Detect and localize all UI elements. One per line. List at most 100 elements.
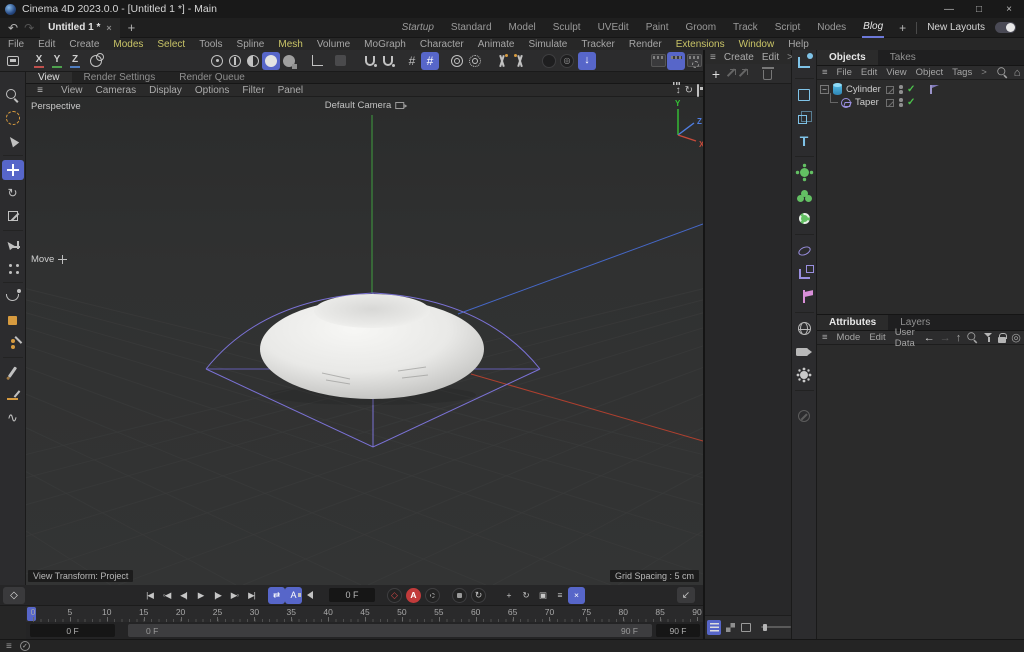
axis-y-button[interactable]: Y [48,52,66,70]
menu-item[interactable]: Render [629,39,662,50]
enabled-check-icon[interactable]: ✓ [907,84,915,95]
move-tool-icon[interactable] [1,160,24,180]
menu-item[interactable]: Tracker [581,39,615,50]
menu-item[interactable]: Modes [113,39,143,50]
grid-view-icon[interactable] [723,620,737,635]
viewport-menu-filter[interactable]: Filter [242,85,264,96]
spline-pen-icon[interactable] [794,52,815,73]
phong-tag-icon[interactable] [930,85,940,94]
layer-box-icon[interactable] [886,85,894,94]
volume-builder-icon[interactable] [794,208,815,229]
search-commander-icon[interactable] [2,85,24,105]
viewport-menu-display[interactable]: Display [149,85,182,96]
timeline-ruler[interactable]: 0 5 10 15 20 25 30 35 40 45 50 55 60 65 70 75 80 85 90 [26,606,703,622]
viewport-canvas[interactable]: Y Z X Perspective Default Camera Move Vi… [26,97,703,585]
object-row-cylinder[interactable]: − Cylinder ✓ [817,83,1024,96]
snap-settings-icon[interactable] [379,52,397,70]
keyframe-settings-button[interactable] [425,587,440,603]
range-start-field[interactable]: 0 F [30,624,115,637]
import-download-icon[interactable]: ↓ [578,51,596,70]
brush-tool-icon[interactable] [2,362,24,382]
layout-tab[interactable]: UVEdit [597,19,630,37]
transport-button[interactable]: ▶◦ [226,587,243,604]
menu-item[interactable]: Edit [38,39,55,50]
menu-item[interactable]: Extensions [676,39,725,50]
objects-menu-file[interactable]: File [837,67,852,78]
loop-mode-icon[interactable]: ⇄ [268,586,285,604]
objects-menu-view[interactable]: View [886,67,906,78]
layout-tab[interactable]: Startup [401,19,435,37]
material-pen-icon[interactable] [794,405,815,426]
viewport-tab[interactable]: Render Queue [167,72,257,83]
record-parameter-toggle[interactable]: ≡ [551,587,568,604]
menu-item[interactable]: Window [739,39,775,50]
camera-label[interactable]: Default Camera [325,100,408,111]
list-view-icon[interactable] [707,619,722,635]
materials-menu-edit[interactable]: Edit [762,52,779,63]
projection-label[interactable]: Perspective [31,101,81,112]
icon-size-slider[interactable] [761,623,791,631]
attributes-menu-edit[interactable]: Edit [869,332,885,343]
record-rotation-toggle[interactable]: ↻ [517,587,534,604]
large-icons-view-icon[interactable] [739,620,753,635]
text-object-icon[interactable]: T [794,130,815,151]
object-name[interactable]: Cylinder [846,84,881,95]
layout-tab[interactable]: Nodes [816,19,847,37]
objects-menu-tags[interactable]: Tags [952,67,972,78]
viewport-menu-options[interactable]: Options [195,85,229,96]
sky-object-icon[interactable] [794,318,815,339]
attributes-menu-userdata[interactable]: User Data [895,327,915,349]
subdivision-surface-icon[interactable] [794,162,815,183]
object-name[interactable]: Taper [855,97,879,108]
visibility-dots-icon[interactable] [899,98,903,107]
point-pen-tool-icon[interactable] [2,333,24,353]
attributes-search-icon[interactable] [967,332,978,342]
expand-collapse-icon[interactable]: − [820,85,829,94]
menu-item[interactable]: Volume [317,39,350,50]
shading-mode-active-icon[interactable] [262,51,280,70]
objects-menu-more[interactable]: > [981,67,987,78]
close-tab-icon[interactable]: × [106,23,111,33]
attributes-menu-mode[interactable]: Mode [837,332,861,343]
visibility-dots-icon[interactable] [899,85,903,94]
nav-back-icon[interactable]: ← [924,332,935,344]
grid-snap-icon[interactable]: # [421,51,439,70]
document-tab[interactable]: Untitled 1 * × [40,17,120,38]
objects-tab[interactable]: Takes [878,50,928,65]
tweak-tool-icon[interactable] [2,131,24,151]
line-pen-tool-icon[interactable] [2,385,24,405]
record-position-toggle[interactable]: + [500,587,517,604]
objects-menu-edit[interactable]: Edit [861,67,877,78]
objects-hamburger-icon[interactable]: ≡ [822,67,828,78]
constant-shading-icon[interactable] [244,52,262,70]
layout-tab[interactable]: Sculpt [552,19,582,37]
status-hamburger-icon[interactable]: ≡ [6,641,12,652]
workplane-icon[interactable] [87,52,105,70]
object-row-taper[interactable]: Taper ✓ [817,93,1024,109]
rectangle-tool-icon[interactable] [2,310,24,330]
render-picture-viewer-icon[interactable] [667,51,685,70]
menu-item[interactable]: Create [69,39,99,50]
attributes-target-icon[interactable]: ◎ [1011,331,1021,344]
cube-primitive-icon[interactable] [794,107,815,128]
add-layout-button[interactable]: + [899,21,906,35]
live-selection-icon[interactable] [2,108,24,128]
record-objects-button[interactable] [452,587,467,603]
layout-tab[interactable]: Blog [862,18,885,38]
menu-item[interactable]: Spline [237,39,265,50]
viewport-tab[interactable]: View [26,72,72,83]
edge-snap-icon[interactable] [511,52,529,70]
delete-material-icon[interactable] [761,67,774,80]
layout-tab[interactable]: Groom [684,19,717,37]
bend-deformer-icon[interactable] [794,240,815,261]
layout-tab[interactable]: Script [774,19,802,37]
point-move-tool-icon[interactable] [2,258,24,278]
nav-up-icon[interactable]: ↑ [956,332,962,344]
viewport-menu-panel[interactable]: Panel [278,85,304,96]
close-button[interactable]: × [994,0,1024,18]
load-material-icon[interactable] [727,69,736,78]
objects-tab[interactable]: Objects [817,50,878,65]
quantize-settings-icon[interactable] [466,52,484,70]
sketch-tool-icon[interactable]: ∿ [2,408,24,428]
objects-search-icon[interactable] [997,67,1007,77]
